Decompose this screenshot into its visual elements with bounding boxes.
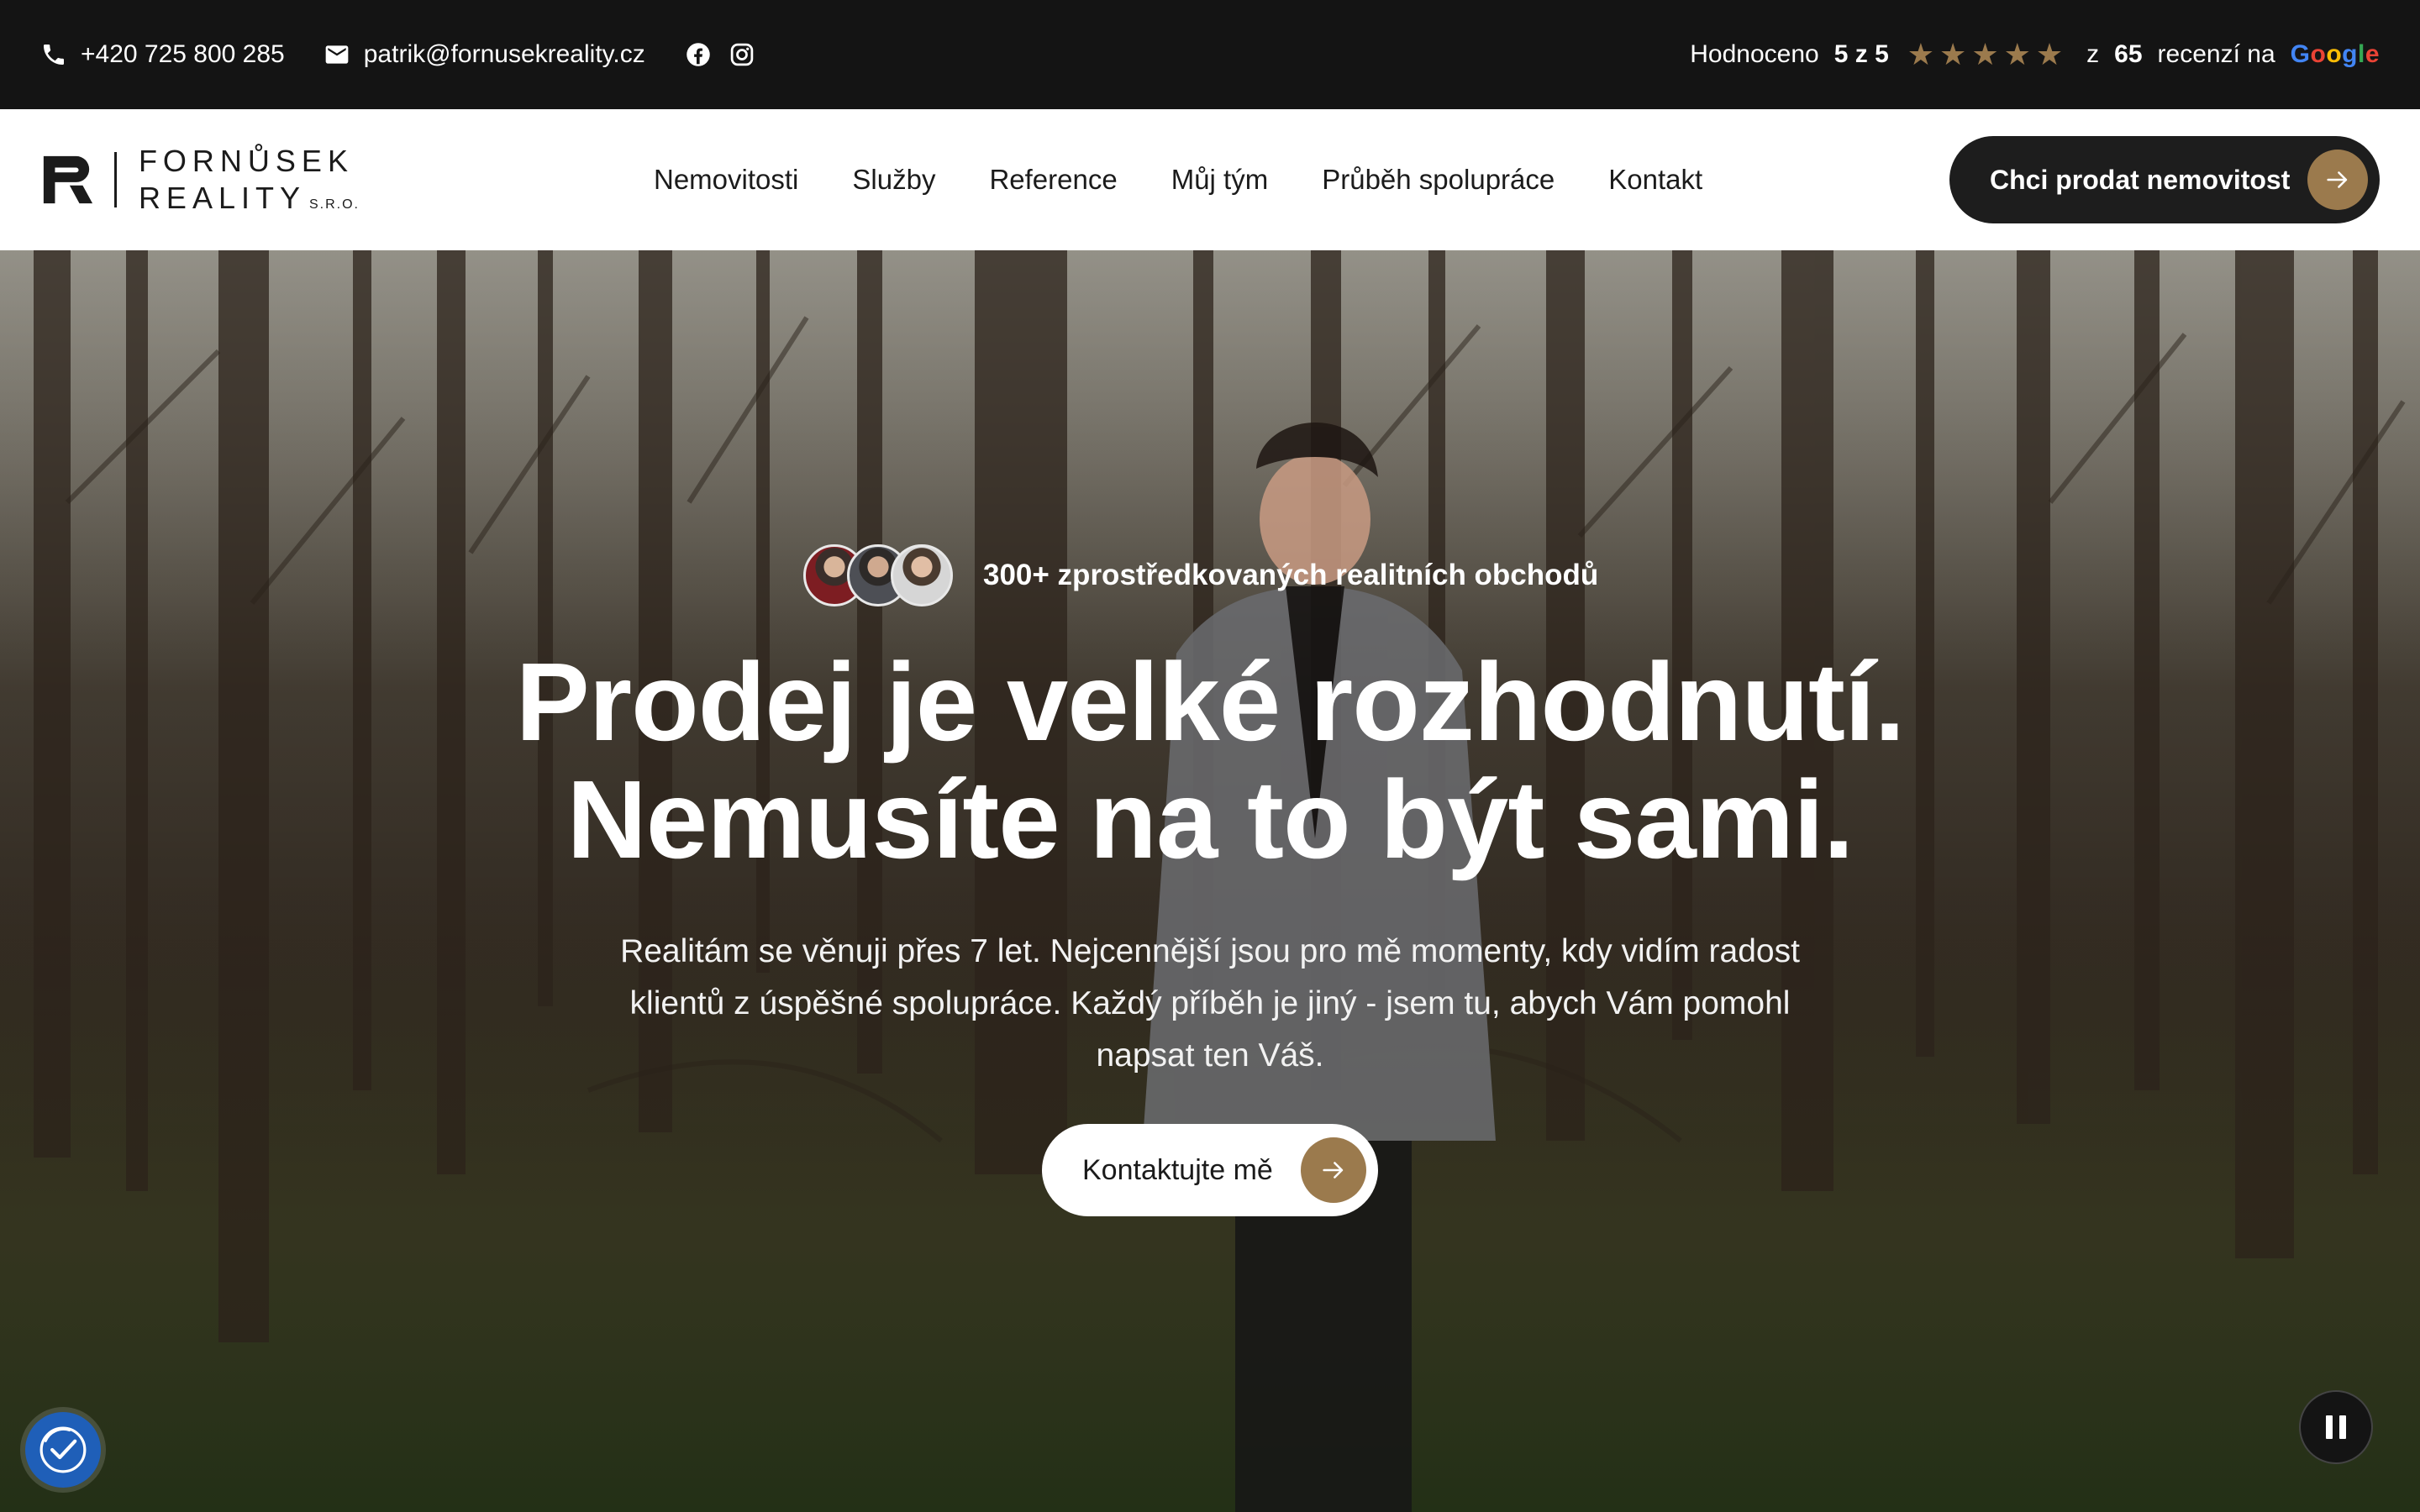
headline-line-2: Nemusíte na to být sami.: [566, 758, 1854, 881]
rating-value: 5 z 5: [1833, 40, 1889, 68]
rating-stars: ★ ★ ★ ★ ★: [1907, 39, 2063, 70]
hero-description: Realitám se věnuji přes 7 let. Nejcenněj…: [620, 933, 1800, 1074]
arrow-right-icon: [1301, 1137, 1366, 1203]
nav-link-muj-tym[interactable]: Můj tým: [1171, 164, 1269, 196]
phone-link[interactable]: +420 725 800 285: [40, 40, 285, 69]
logo-text: FORNŮSEK REALITY S.R.O.: [138, 144, 360, 215]
google-logo[interactable]: Google: [2291, 40, 2380, 69]
logo-divider: [114, 152, 117, 207]
avatar: [891, 544, 953, 606]
logo-mark-icon: [43, 155, 93, 204]
pause-icon: [2326, 1415, 2333, 1439]
nav-link-prubeh-spoluprace[interactable]: Průběh spolupráce: [1322, 164, 1555, 196]
contact-me-label: Kontaktujte mě: [1082, 1153, 1273, 1186]
arrow-right-icon: [2307, 150, 2368, 210]
main-navigation: FORNŮSEK REALITY S.R.O. Nemovitosti Služb…: [0, 109, 2420, 250]
top-contact-bar: +420 725 800 285 patrik@fornusekreality.…: [0, 0, 2420, 109]
reviews-count: 65: [2114, 40, 2143, 68]
email-text: patrik@fornusekreality.cz: [363, 40, 645, 68]
star-icon: ★: [1971, 37, 1999, 71]
star-icon: ★: [1939, 37, 1967, 71]
accessibility-button[interactable]: [25, 1412, 101, 1488]
nav-link-nemovitosti[interactable]: Nemovitosti: [654, 164, 798, 196]
mail-icon: [325, 45, 349, 64]
hero-content: 300+ zprostředkovaných realitních obchod…: [0, 250, 2420, 1512]
pause-video-button[interactable]: [2299, 1390, 2373, 1464]
sell-property-button[interactable]: Chci prodat nemovitost: [1949, 136, 2380, 223]
hero-headline: Prodej je velké rozhodnutí. Nemusíte na …: [0, 643, 2420, 879]
email-link[interactable]: patrik@fornusekreality.cz: [324, 40, 645, 69]
pause-icon: [2339, 1415, 2346, 1439]
facebook-icon[interactable]: [686, 42, 711, 67]
contact-me-button[interactable]: Kontaktujte mě: [1042, 1124, 1378, 1216]
phone-icon: [44, 45, 64, 65]
star-icon: ★: [2003, 37, 2031, 71]
sell-property-label: Chci prodat nemovitost: [1990, 164, 2291, 195]
star-icon: ★: [2035, 37, 2064, 71]
nav-link-reference[interactable]: Reference: [989, 164, 1117, 196]
accessibility-icon: [39, 1426, 87, 1473]
hero-section: 300+ zprostředkovaných realitních obchod…: [0, 250, 2420, 1512]
deals-count-text: 300+ zprostředkovaných realitních obchod…: [983, 559, 1599, 591]
nav-link-kontakt[interactable]: Kontakt: [1608, 164, 1702, 196]
deals-badge: 300+ zprostředkovaných realitních obchod…: [803, 544, 1598, 606]
social-links: [686, 42, 755, 67]
star-icon: ★: [1907, 37, 1935, 71]
nav-links: Nemovitosti Služby Reference Můj tým Prů…: [654, 164, 1702, 196]
rating-prefix: Hodnoceno: [1690, 40, 1819, 68]
team-avatars: [803, 544, 953, 606]
nav-link-sluzby[interactable]: Služby: [852, 164, 935, 196]
rating-group: Hodnoceno 5 z 5 ★ ★ ★ ★ ★ z 65 recenzí n…: [1690, 39, 2380, 70]
reviews-prefix: z: [2086, 40, 2100, 68]
phone-text: +420 725 800 285: [81, 40, 285, 68]
site-logo[interactable]: FORNŮSEK REALITY S.R.O.: [40, 146, 360, 213]
headline-line-1: Prodej je velké rozhodnutí.: [515, 640, 1906, 764]
instagram-icon[interactable]: [729, 42, 755, 67]
contact-group: +420 725 800 285 patrik@fornusekreality.…: [40, 40, 755, 69]
reviews-suffix: recenzí na: [2157, 40, 2275, 68]
